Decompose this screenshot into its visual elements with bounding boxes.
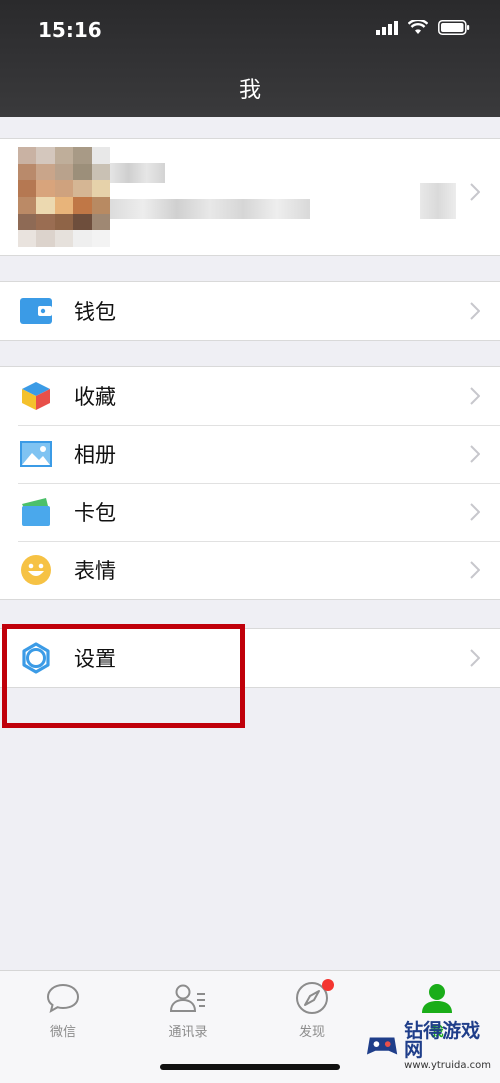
emoji-icon bbox=[20, 554, 52, 586]
menu-item-label: 相册 bbox=[74, 443, 116, 467]
watermark-url: www.ytruida.com bbox=[404, 1059, 492, 1071]
battery-icon bbox=[438, 20, 470, 35]
menu-item-album[interactable]: 相册 bbox=[0, 425, 500, 483]
signal-icon bbox=[376, 20, 398, 35]
avatar[interactable] bbox=[18, 147, 110, 247]
menu-item-favorites[interactable]: 收藏 bbox=[0, 367, 500, 425]
favorites-cube-icon bbox=[20, 380, 52, 412]
chevron-right-icon bbox=[470, 183, 480, 201]
menu-group-wallet: 钱包 bbox=[0, 281, 500, 341]
menu-item-wallet[interactable]: 钱包 bbox=[0, 282, 500, 340]
card-pack-icon bbox=[20, 496, 52, 528]
menu-item-label: 收藏 bbox=[74, 385, 116, 409]
profile-card[interactable] bbox=[0, 138, 500, 256]
tab-chats[interactable]: 微信 bbox=[13, 981, 113, 1040]
person-icon bbox=[422, 984, 452, 1013]
username-blurred bbox=[110, 163, 165, 183]
status-time: 15:16 bbox=[38, 18, 102, 42]
menu-item-label: 钱包 bbox=[74, 300, 116, 324]
contacts-icon bbox=[169, 984, 205, 1012]
watermark-logo: 钻得游戏网 www.ytruida.com bbox=[366, 1018, 494, 1074]
home-indicator bbox=[160, 1064, 340, 1070]
wallet-icon bbox=[20, 295, 52, 327]
top-bar: 15:16 我 bbox=[0, 0, 500, 117]
tab-discover[interactable]: 发现 bbox=[262, 979, 362, 1040]
chevron-right-icon bbox=[470, 503, 480, 521]
chevron-right-icon bbox=[470, 561, 480, 579]
menu-item-label: 表情 bbox=[74, 559, 116, 583]
watermark-text: 钻得游戏网 bbox=[404, 1019, 481, 1061]
gamepad-logo-icon bbox=[366, 1037, 398, 1055]
chevron-right-icon bbox=[470, 649, 480, 667]
tab-label: 通讯录 bbox=[168, 1025, 208, 1040]
menu-group-content: 收藏 相册 卡包 表情 bbox=[0, 366, 500, 600]
wifi-icon bbox=[408, 20, 428, 34]
chevron-right-icon bbox=[470, 387, 480, 405]
menu-item-card-pack[interactable]: 卡包 bbox=[0, 483, 500, 541]
tab-label: 微信 bbox=[49, 1025, 76, 1040]
chevron-right-icon bbox=[470, 302, 480, 320]
highlight-box bbox=[2, 624, 245, 728]
chevron-right-icon bbox=[470, 445, 480, 463]
menu-item-emoji[interactable]: 表情 bbox=[0, 541, 500, 599]
discover-badge bbox=[322, 979, 334, 991]
chat-bubble-icon bbox=[46, 983, 80, 1014]
tab-label: 发现 bbox=[298, 1025, 325, 1040]
album-icon bbox=[20, 438, 52, 470]
menu-item-label: 卡包 bbox=[74, 501, 116, 525]
page-title: 我 bbox=[238, 78, 261, 103]
tab-contacts[interactable]: 通讯录 bbox=[138, 981, 238, 1040]
status-icons bbox=[376, 20, 470, 35]
qr-code-icon[interactable] bbox=[420, 183, 456, 219]
wechat-id-blurred bbox=[110, 199, 310, 219]
